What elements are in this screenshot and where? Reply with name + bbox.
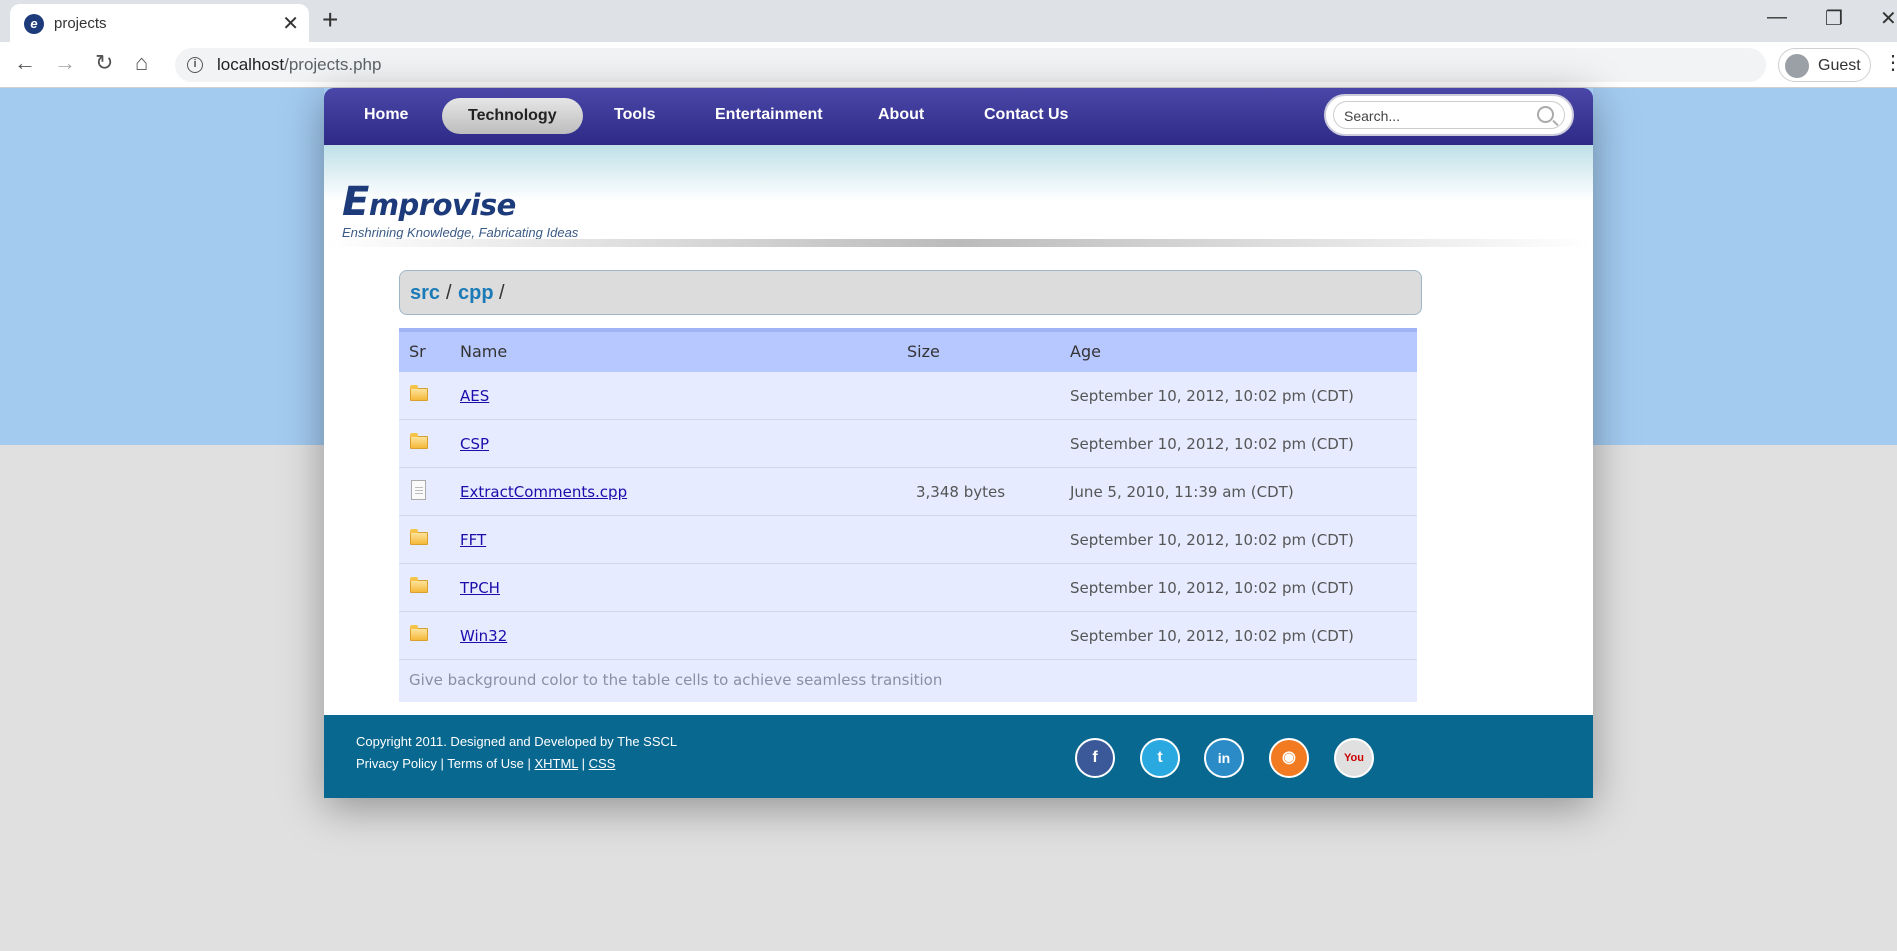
site-nav: Home Technology Tools Entertainment Abou… (324, 88, 1593, 145)
file-age: September 10, 2012, 10:02 pm (CDT) (1070, 531, 1354, 549)
file-link[interactable]: FFT (460, 531, 486, 549)
breadcrumb: src / cpp / (399, 270, 1422, 315)
footer-separator: | (578, 756, 589, 771)
back-icon[interactable]: ← (14, 50, 36, 76)
new-tab-button[interactable]: + (322, 4, 338, 36)
footer-separator: | (436, 756, 448, 771)
file-age: September 10, 2012, 10:02 pm (CDT) (1070, 579, 1354, 597)
nav-contact-us[interactable]: Contact Us (984, 106, 1068, 124)
breadcrumb-separator: / (499, 282, 505, 304)
search-icon[interactable] (1537, 106, 1554, 123)
menu-icon[interactable]: ⋮ (1883, 50, 1897, 75)
logo-text: mprovise (368, 188, 516, 222)
forward-icon[interactable]: → (54, 50, 76, 76)
nav-technology[interactable]: Technology (442, 98, 583, 134)
table-row: Win32 September 10, 2012, 10:02 pm (CDT) (399, 612, 1417, 660)
logo-letter: E (342, 179, 369, 225)
folder-icon (410, 385, 428, 401)
breadcrumb-separator: / (446, 282, 452, 304)
privacy-policy-link[interactable]: Privacy Policy (356, 756, 437, 771)
search-placeholder: Search... (1344, 108, 1401, 124)
browser-tab[interactable]: e projects ✕ (10, 4, 309, 42)
file-icon (411, 480, 426, 500)
breadcrumb-src[interactable]: src (410, 282, 440, 305)
file-link[interactable]: CSP (460, 435, 489, 453)
main-content: src / cpp / Sr Name Size Age AES Septemb… (324, 247, 1593, 715)
header-size[interactable]: Size (907, 342, 940, 361)
minimize-icon[interactable]: — (1767, 6, 1787, 29)
site-container: Home Technology Tools Entertainment Abou… (324, 88, 1593, 798)
browser-toolbar: ← → ↻ ⌂ i localhost/projects.php Guest ⋮ (0, 42, 1897, 88)
favicon-icon: e (24, 14, 44, 34)
header-age[interactable]: Age (1070, 342, 1101, 361)
profile-label: Guest (1818, 57, 1861, 74)
nav-about[interactable]: About (878, 106, 924, 124)
rss-icon[interactable]: ◉ (1269, 738, 1309, 778)
file-link[interactable]: ExtractComments.cpp (460, 483, 627, 501)
header-sr: Sr (409, 342, 426, 361)
url-text: localhost/projects.php (217, 55, 381, 75)
linkedin-icon[interactable]: in (1204, 738, 1244, 778)
file-link[interactable]: Win32 (460, 627, 507, 645)
restore-icon[interactable]: ❐ (1825, 6, 1843, 31)
folder-icon (410, 433, 428, 449)
site-info-icon[interactable]: i (187, 57, 203, 73)
search-box: Search... (1324, 94, 1574, 136)
css-link[interactable]: CSS (589, 756, 616, 771)
site-footer: Copyright 2011. Designed and Developed b… (324, 715, 1593, 798)
table-row: FFT September 10, 2012, 10:02 pm (CDT) (399, 516, 1417, 564)
url-host: localhost (217, 55, 285, 74)
table-header: Sr Name Size Age (399, 328, 1417, 372)
table-footer-note: Give background color to the table cells… (409, 671, 943, 689)
header-name[interactable]: Name (460, 342, 507, 361)
tab-close-icon[interactable]: ✕ (282, 11, 299, 36)
footer-separator: | (523, 756, 535, 771)
url-path: /projects.php (284, 55, 382, 74)
profile-button[interactable]: Guest (1778, 48, 1871, 82)
folder-icon (410, 625, 428, 641)
nav-tools[interactable]: Tools (614, 106, 655, 124)
table-row: CSP September 10, 2012, 10:02 pm (CDT) (399, 420, 1417, 468)
address-bar[interactable]: i localhost/projects.php (175, 48, 1766, 82)
table-footer: Give background color to the table cells… (399, 660, 1417, 702)
facebook-icon[interactable]: f (1075, 738, 1115, 778)
folder-icon (410, 577, 428, 593)
site-header: Emprovise Enshrining Knowledge, Fabricat… (324, 145, 1593, 247)
file-link[interactable]: TPCH (460, 579, 500, 597)
file-link[interactable]: AES (460, 387, 489, 405)
file-age: September 10, 2012, 10:02 pm (CDT) (1070, 387, 1354, 405)
reload-icon[interactable]: ↻ (95, 50, 113, 76)
file-table: Sr Name Size Age AES September 10, 2012,… (399, 328, 1417, 702)
terms-link[interactable]: Terms of Use (447, 756, 524, 771)
file-age: September 10, 2012, 10:02 pm (CDT) (1070, 627, 1354, 645)
copyright-text: Copyright 2011. Designed and Developed b… (356, 734, 678, 749)
breadcrumb-cpp[interactable]: cpp (458, 282, 494, 305)
window-close-icon[interactable]: ✕ (1880, 6, 1897, 31)
search-input[interactable]: Search... (1333, 101, 1565, 129)
twitter-icon[interactable]: t (1140, 738, 1180, 778)
file-age: September 10, 2012, 10:02 pm (CDT) (1070, 435, 1354, 453)
file-size: 3,348 bytes (916, 483, 1006, 501)
table-row: TPCH September 10, 2012, 10:02 pm (CDT) (399, 564, 1417, 612)
browser-tab-bar: e projects ✕ + — ❐ ✕ (0, 0, 1897, 42)
site-tagline: Enshrining Knowledge, Fabricating Ideas (342, 225, 579, 240)
folder-icon (410, 529, 428, 545)
table-row: AES September 10, 2012, 10:02 pm (CDT) (399, 372, 1417, 420)
avatar-icon (1785, 54, 1809, 78)
nav-entertainment[interactable]: Entertainment (715, 106, 823, 124)
table-row: ExtractComments.cpp 3,348 bytes June 5, … (399, 468, 1417, 516)
nav-home[interactable]: Home (364, 106, 408, 124)
site-logo[interactable]: Emprovise (342, 179, 516, 225)
home-icon[interactable]: ⌂ (135, 50, 148, 76)
xhtml-link[interactable]: XHTML (534, 756, 578, 771)
footer-links: Privacy Policy | Terms of Use | XHTML | … (356, 756, 615, 771)
file-age: June 5, 2010, 11:39 am (CDT) (1070, 483, 1294, 501)
tab-title: projects (54, 15, 107, 32)
youtube-icon[interactable]: You (1334, 738, 1374, 778)
